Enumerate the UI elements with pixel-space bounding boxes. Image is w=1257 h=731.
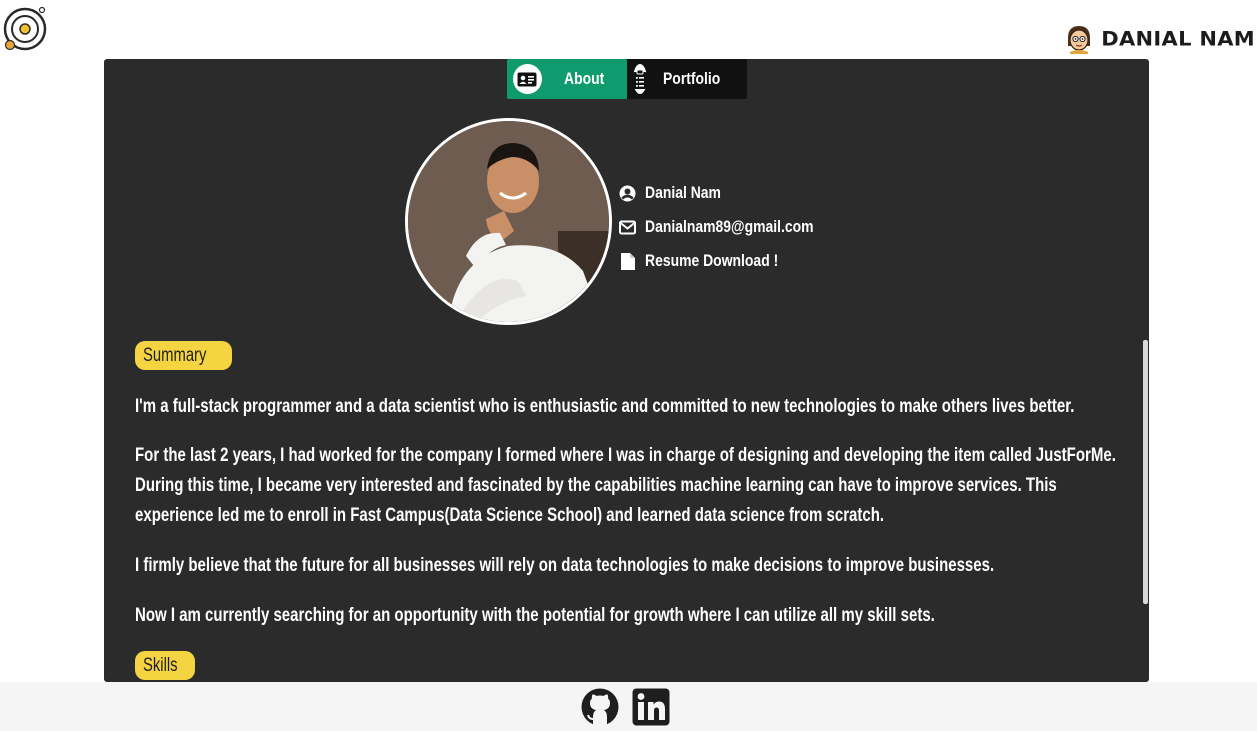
summary-paragraph-4: Now I am currently searching for an oppo… [135, 601, 1125, 631]
profile-photo-illustration [408, 121, 609, 322]
tab-about[interactable]: About [507, 59, 627, 99]
skills-badge: Skills [135, 651, 196, 680]
summary-paragraph-3: I firmly believe that the future for all… [135, 551, 1125, 581]
file-icon [619, 252, 636, 270]
skills-label: Skills [143, 654, 178, 676]
email-link[interactable]: Danialnam89@gmail.com [645, 217, 814, 237]
github-icon[interactable] [581, 688, 619, 726]
tab-portfolio-label: Portfolio [663, 69, 721, 88]
cartoon-face-icon [1068, 26, 1091, 54]
summary-paragraph-1: I'm a full-stack programmer and a data s… [135, 392, 1125, 422]
tab-about-label: About [563, 69, 605, 88]
summary-text-4: Now I am currently searching for an oppo… [135, 605, 935, 626]
scrollbar[interactable] [1143, 340, 1148, 604]
nav-tabs: About Portfolio [507, 59, 747, 99]
footer [0, 682, 1257, 731]
linkedin-icon[interactable] [632, 688, 670, 726]
envelope-icon [619, 219, 636, 236]
user-circle-icon [619, 185, 636, 202]
clipboard-list-icon [633, 64, 648, 94]
summary-text-1: I'm a full-stack programmer and a data s… [135, 396, 1075, 417]
summary-badge: Summary [135, 341, 233, 370]
resume-download-link[interactable]: Resume Download ! [645, 251, 778, 271]
id-card-icon [513, 64, 542, 94]
profile-name: Danial Nam [645, 183, 721, 202]
email-row[interactable]: Danialnam89@gmail.com [619, 210, 851, 244]
resume-row[interactable]: Resume Download ! [619, 244, 851, 278]
name-row: Danial Nam [619, 176, 851, 210]
summary-text-2: For the last 2 years, I had worked for t… [135, 445, 1116, 526]
summary-label: Summary [143, 344, 207, 366]
brand-name[interactable]: DANIAL NAM [1101, 28, 1255, 50]
planet-ring-logo-icon[interactable] [2, 4, 48, 52]
profile-photo [405, 118, 612, 325]
summary-text-3: I firmly believe that the future for all… [135, 555, 995, 576]
about-card: Danial Nam Danialnam89@gmail.com Resume … [104, 59, 1149, 682]
brand[interactable]: DANIAL NAM [1065, 24, 1255, 54]
summary-paragraph-2: For the last 2 years, I had worked for t… [135, 441, 1125, 531]
contact-info: Danial Nam Danialnam89@gmail.com Resume … [619, 176, 851, 278]
tab-portfolio[interactable]: Portfolio [627, 59, 747, 99]
